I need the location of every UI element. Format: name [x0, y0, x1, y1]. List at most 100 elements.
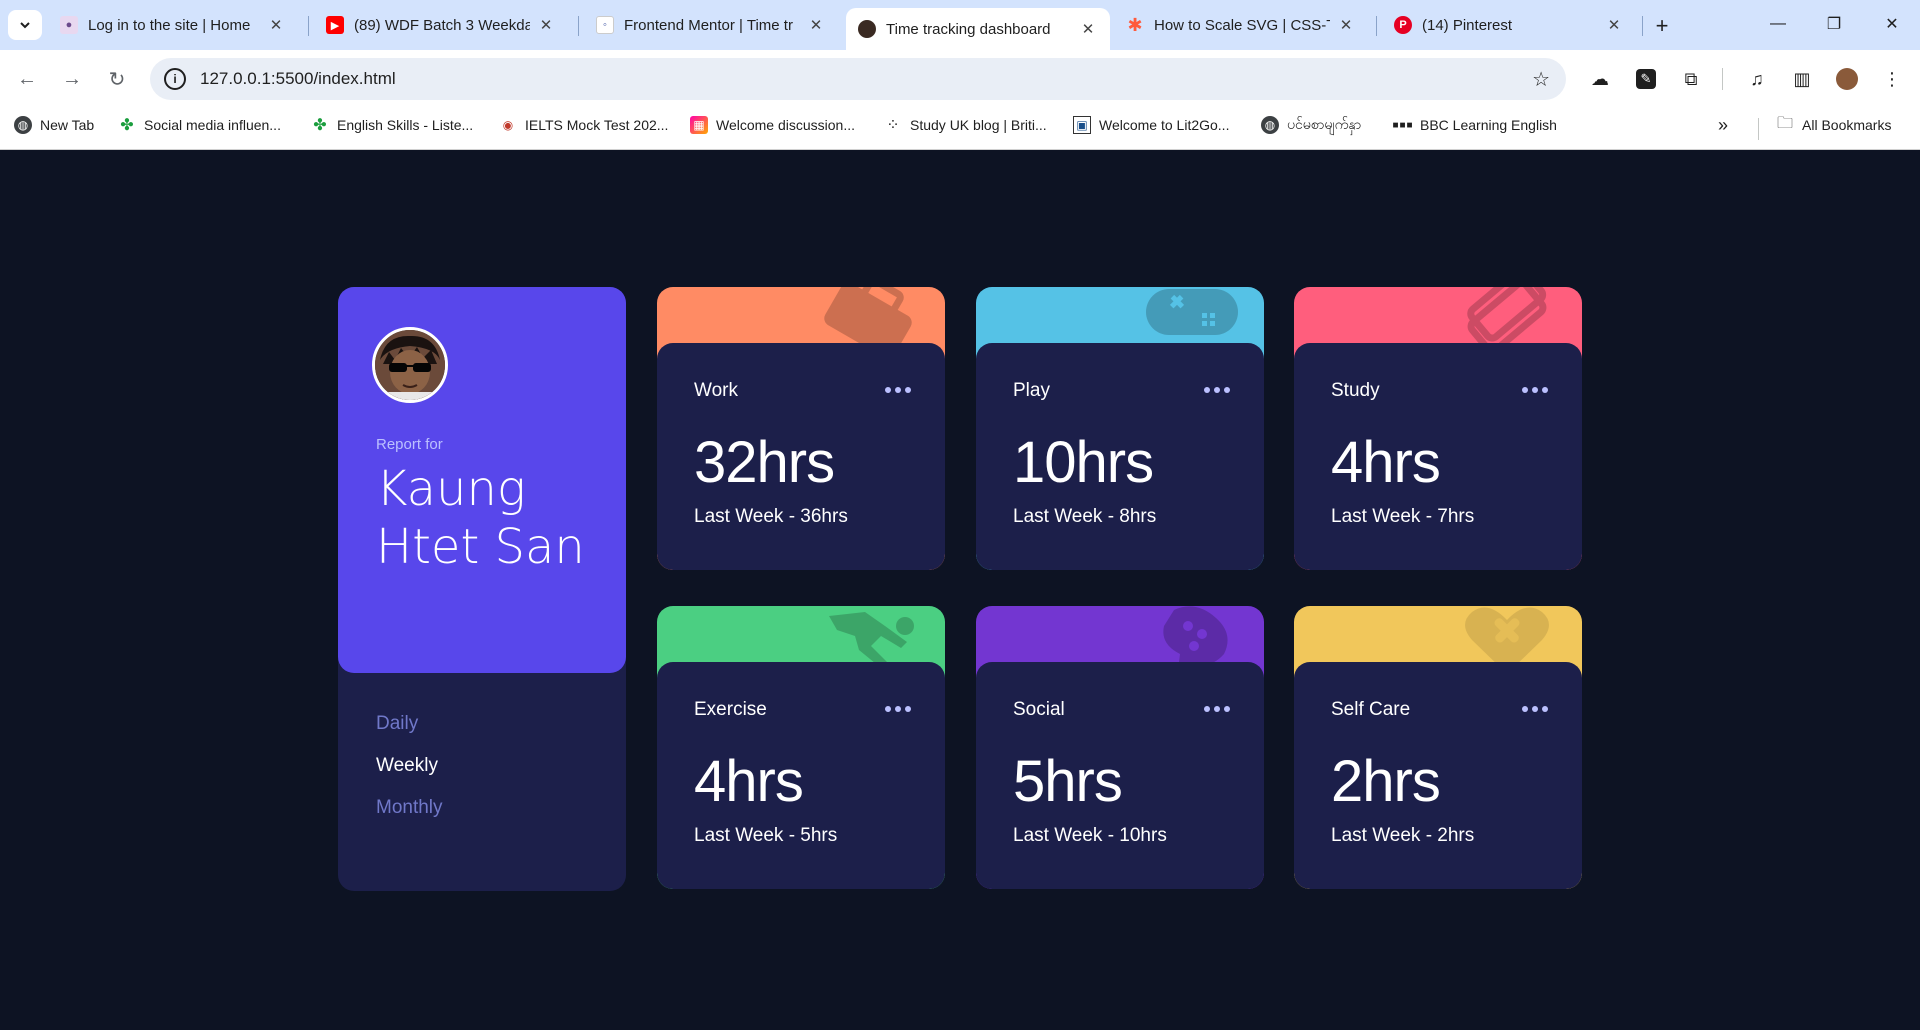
tab-title: Time tracking dashboard [886, 20, 1051, 38]
user-name: Kaung Htet San [376, 461, 585, 575]
css-tricks-icon: ✱ [1127, 14, 1143, 35]
globe-icon: ◍ [1261, 116, 1279, 134]
ellipsis-icon[interactable] [1204, 706, 1230, 712]
card-title: Social [1013, 699, 1065, 720]
profile-avatar-icon[interactable] [1832, 64, 1862, 94]
british-council-icon: ⁘ [886, 117, 900, 134]
tab-pinterest[interactable]: P (14) Pinterest ✕ [1382, 8, 1636, 42]
card-body[interactable]: Play 10hrs Last Week - 8hrs [976, 343, 1264, 570]
url-text[interactable]: 127.0.0.1:5500/index.html [200, 69, 396, 89]
tab-title: (89) WDF Batch 3 Weekday [354, 16, 530, 34]
card-exercise: Exercise 4hrs Last Week - 5hrs [657, 606, 945, 889]
plus-icon: + [1655, 13, 1669, 38]
arrow-right-icon: → [62, 67, 82, 90]
media-control-icon[interactable]: ♫ [1742, 64, 1772, 94]
side-panel-icon[interactable]: ▥ [1787, 64, 1817, 94]
tab-title: (14) Pinterest [1422, 16, 1513, 34]
bookmark-item[interactable]: ◉ IELTS Mock Test 202... [499, 114, 669, 136]
bookmark-item[interactable]: ✤ English Skills - Liste... [311, 114, 473, 136]
card-title: Study [1331, 380, 1380, 401]
period-daily[interactable]: Daily [376, 713, 418, 735]
bookmark-item[interactable]: ✤ Social media influen... [118, 114, 281, 136]
reload-button[interactable]: ↻ [100, 62, 134, 96]
arrow-left-icon: ← [17, 67, 37, 90]
chevron-down-icon [20, 22, 30, 29]
extension-cloud-icon[interactable]: ☁ [1585, 64, 1615, 94]
card-previous: Last Week - 5hrs [694, 825, 838, 846]
period-monthly[interactable]: Monthly [376, 797, 443, 819]
dashboard-page [0, 151, 1920, 1030]
clover-icon: ✤ [313, 117, 327, 134]
minimize-button[interactable]: — [1758, 8, 1798, 40]
site-info-icon[interactable]: i [164, 68, 186, 90]
bookmark-star-icon[interactable]: ☆ [1532, 67, 1550, 92]
card-body[interactable]: Work 32hrs Last Week - 36hrs [657, 343, 945, 570]
card-play: Play 10hrs Last Week - 8hrs [976, 287, 1264, 570]
card-hours: 5hrs [1013, 749, 1123, 814]
card-work: Work 32hrs Last Week - 36hrs [657, 287, 945, 570]
all-bookmarks-button[interactable]: 🗀 All Bookmarks [1776, 114, 1891, 136]
period-weekly[interactable]: Weekly [376, 755, 438, 777]
tab-login[interactable]: ● Log in to the site | Home ✕ [48, 8, 298, 42]
globe-icon: ◍ [14, 116, 32, 134]
folder-icon: 🗀 [1776, 114, 1793, 132]
card-hours: 32hrs [694, 430, 835, 495]
ellipsis-icon[interactable] [885, 387, 911, 393]
bookmark-item[interactable]: ▦ Welcome discussion... [690, 114, 855, 136]
ellipsis-icon[interactable] [1204, 387, 1230, 393]
bookmark-label: Study UK blog | Briti... [910, 117, 1047, 133]
tab-css-tricks[interactable]: ✱ How to Scale SVG | CSS-Tri ✕ [1114, 8, 1368, 42]
tab-separator [578, 16, 579, 36]
card-hours: 10hrs [1013, 430, 1154, 495]
menu-kebab-icon[interactable]: ⋮ [1877, 64, 1907, 94]
card-study: Study 4hrs Last Week - 7hrs [1294, 287, 1582, 570]
bookmark-item[interactable]: ▣ Welcome to Lit2Go... [1073, 114, 1229, 136]
address-bar[interactable]: i 127.0.0.1:5500/index.html ☆ [150, 58, 1566, 100]
card-body[interactable]: Exercise 4hrs Last Week - 5hrs [657, 662, 945, 889]
close-icon[interactable]: ✕ [536, 15, 556, 35]
ielts-icon: ◉ [502, 118, 514, 132]
restore-button[interactable]: ❐ [1814, 8, 1854, 40]
pinterest-icon: P [1394, 16, 1412, 34]
close-icon[interactable]: ✕ [1604, 15, 1624, 35]
extensions-puzzle-icon[interactable]: ⧉ [1676, 64, 1706, 94]
bookmark-item[interactable]: ■■■ BBC Learning English [1392, 114, 1557, 136]
tab-search-button[interactable] [8, 10, 42, 40]
forward-button[interactable]: → [55, 62, 89, 96]
close-icon: ✕ [1885, 16, 1899, 33]
bookmark-item[interactable]: ◍ ပင်မစာမျက်နှာ [1261, 114, 1361, 136]
card-body[interactable]: Self Care 2hrs Last Week - 2hrs [1294, 662, 1582, 889]
bookmark-label: New Tab [40, 117, 95, 133]
more-bookmarks-button[interactable]: » [1718, 114, 1728, 136]
tab-youtube[interactable]: ▶ (89) WDF Batch 3 Weekday ✕ [314, 8, 568, 42]
bookmark-label: English Skills - Liste... [337, 117, 474, 133]
bookmark-label: Social media influen... [144, 117, 281, 133]
bbc-icon: ■■■ [1392, 119, 1414, 131]
card-hours: 4hrs [1331, 430, 1441, 495]
card-body[interactable]: Social 5hrs Last Week - 10hrs [976, 662, 1264, 889]
back-button[interactable]: ← [10, 62, 44, 96]
card-hours: 4hrs [694, 749, 804, 814]
ellipsis-icon[interactable] [1522, 706, 1548, 712]
close-window-button[interactable]: ✕ [1872, 8, 1912, 40]
tab-frontend-mentor[interactable]: ◦ Frontend Mentor | Time tr ✕ [584, 8, 838, 42]
close-icon[interactable]: ✕ [806, 15, 826, 35]
extension-pen-icon[interactable]: ✎ [1631, 64, 1661, 94]
card-body[interactable]: Study 4hrs Last Week - 7hrs [1294, 343, 1582, 570]
card-social: Social 5hrs Last Week - 10hrs [976, 606, 1264, 889]
close-icon[interactable]: ✕ [1078, 19, 1098, 39]
close-icon[interactable]: ✕ [266, 15, 286, 35]
ellipsis-icon[interactable] [1522, 387, 1548, 393]
toolbar-divider [1722, 68, 1723, 90]
bookmark-label: BBC Learning English [1420, 117, 1557, 133]
frontend-mentor-icon: ◦ [596, 16, 614, 34]
bookmark-item[interactable]: ⁘ Study UK blog | Briti... [884, 114, 1047, 136]
avatar-icon [858, 20, 876, 38]
close-icon[interactable]: ✕ [1336, 15, 1356, 35]
tab-time-tracking[interactable]: Time tracking dashboard ✕ [846, 8, 1110, 50]
discussion-icon: ▦ [690, 116, 708, 134]
new-tab-button[interactable]: + [1648, 12, 1676, 40]
bookmark-item[interactable]: ◍ New Tab [14, 114, 94, 136]
ellipsis-icon[interactable] [885, 706, 911, 712]
card-title: Self Care [1331, 699, 1411, 720]
